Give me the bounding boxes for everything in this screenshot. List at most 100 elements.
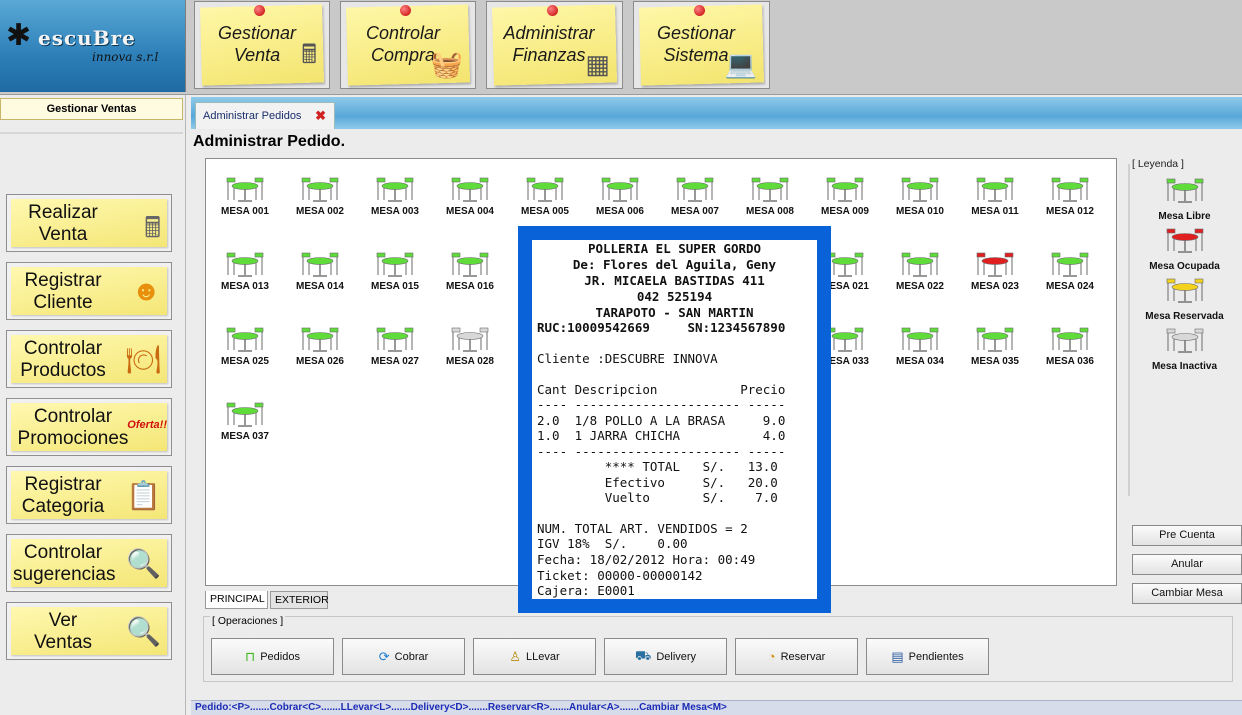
table-icon — [301, 177, 339, 202]
table-icon — [676, 177, 714, 202]
logo-text: escuBre — [38, 26, 136, 50]
ticket-header-line: De: Flores del Aguila, Geny — [572, 257, 777, 272]
ticket-line: ---- ---------------------- ----- — [537, 444, 786, 459]
sidebar-item-controlar-promociones[interactable]: Controlar Promociones Oferta!! — [6, 398, 172, 456]
pre-cuenta-button[interactable]: Pre Cuenta — [1132, 525, 1242, 546]
subtab-principal[interactable]: PRINCIPAL — [205, 591, 268, 609]
table-item[interactable]: MESA 014 — [290, 250, 350, 312]
table-icon — [226, 252, 264, 277]
table-icon — [1166, 228, 1203, 253]
ticket-line: Vuelto S/. 7.0 — [537, 490, 778, 505]
table-item[interactable]: MESA 010 — [890, 175, 950, 237]
table-item[interactable]: MESA 026 — [290, 325, 350, 387]
table-label: MESA 037 — [221, 431, 269, 442]
delivery-button[interactable]: ⛟ Delivery — [604, 638, 727, 675]
top-menu-administrar-finanzas[interactable]: Administrar Finanzas ▦ — [486, 1, 623, 89]
clock-icon: ◔ — [767, 649, 776, 664]
table-label: MESA 035 — [971, 356, 1019, 367]
table-icon — [826, 177, 864, 202]
tab-bar: Administrar Pedidos ✖ — [191, 97, 1242, 129]
table-item[interactable]: MESA 027 — [365, 325, 425, 387]
pin-icon — [400, 5, 411, 16]
table-icon — [1051, 252, 1089, 277]
sidebar-item-ver-ventas[interactable]: Ver Ventas 🔍 — [6, 602, 172, 660]
table-label: MESA 008 — [746, 206, 794, 217]
table-item[interactable]: MESA 025 — [215, 325, 275, 387]
table-item[interactable]: MESA 003 — [365, 175, 425, 237]
table-label: MESA 003 — [371, 206, 419, 217]
table-item[interactable]: MESA 004 — [440, 175, 500, 237]
reservar-button[interactable]: ◔ Reservar — [735, 638, 858, 675]
table-item[interactable]: MESA 016 — [440, 250, 500, 312]
table-icon — [226, 327, 264, 352]
sidebar-item-controlar-productos[interactable]: Controlar Productos 🍽 — [6, 330, 172, 388]
table-icon — [901, 177, 939, 202]
sidebar-item-controlar-sugerencias[interactable]: Controlar sugerencias 🔍 — [6, 534, 172, 592]
table-icon — [451, 177, 489, 202]
ticket-line: IGV 18% S/. 0.00 — [537, 536, 688, 551]
top-menu-controlar-compra[interactable]: Controlar Compra 🧺 — [340, 1, 476, 89]
table-label: MESA 023 — [971, 281, 1019, 292]
top-menu-gestionar-sistema[interactable]: Gestionar Sistema 💻 — [633, 1, 770, 89]
table-icon — [1166, 278, 1203, 303]
table-item[interactable]: MESA 013 — [215, 250, 275, 312]
ticket-receipt: POLLERIA EL SUPER GORDO De: Flores del Ag… — [532, 240, 817, 599]
table-label: MESA 006 — [596, 206, 644, 217]
table-item[interactable]: MESA 002 — [290, 175, 350, 237]
tab-administrar-pedidos[interactable]: Administrar Pedidos ✖ — [195, 102, 335, 129]
pendientes-button[interactable]: ▤ Pendientes — [866, 638, 989, 675]
table-item[interactable]: MESA 037 — [215, 400, 275, 462]
table-label: MESA 013 — [221, 281, 269, 292]
legend-label: Mesa Reservada — [1145, 311, 1224, 322]
cambiar-mesa-button[interactable]: Cambiar Mesa — [1132, 583, 1242, 604]
top-menu-gestionar-venta[interactable]: Gestionar Venta 🖩 — [194, 1, 330, 89]
table-item[interactable]: MESA 034 — [890, 325, 950, 387]
logo-subtitle: innova s.r.l — [92, 50, 159, 64]
table-item[interactable]: MESA 015 — [365, 250, 425, 312]
table-item[interactable]: MESA 011 — [965, 175, 1025, 237]
tab-label: Administrar Pedidos — [203, 110, 302, 122]
table-icon — [301, 252, 339, 277]
table-item[interactable]: MESA 012 — [1040, 175, 1100, 237]
table-icon — [601, 177, 639, 202]
legend-item: Mesa Ocupada — [1128, 226, 1241, 272]
ticket-header-line: 042 525194 — [636, 289, 713, 304]
table-item[interactable]: MESA 001 — [215, 175, 275, 237]
table-item[interactable]: MESA 023 — [965, 250, 1025, 312]
ticket-line: NUM. TOTAL ART. VENDIDOS = 2 — [537, 521, 748, 536]
table-icon — [526, 177, 564, 202]
table-icon — [826, 252, 864, 277]
table-label: MESA 026 — [296, 356, 344, 367]
car-icon: ⛟ — [634, 647, 652, 663]
table-label: MESA 007 — [671, 206, 719, 217]
sidebar-item-label: Registrar Categoria — [21, 474, 105, 517]
table-item[interactable]: MESA 036 — [1040, 325, 1100, 387]
cobrar-button[interactable]: ⟳ Cobrar — [342, 638, 465, 675]
sidebar-item-realizar-venta[interactable]: Realizar Venta 🖩 — [6, 194, 172, 252]
ticket-line: Cant Descripcion Precio — [537, 382, 786, 397]
company-logo: ✱ escuBre innova s.r.l — [0, 0, 186, 92]
sidebar-item-registrar-categoria[interactable]: Registrar Categoria 📋 — [6, 466, 172, 524]
offer-tag-icon: Oferta!! — [127, 419, 167, 431]
cash-register-icon: 🖩 — [301, 39, 317, 69]
llevar-button[interactable]: ♙ LLevar — [473, 638, 596, 675]
table-item[interactable]: MESA 035 — [965, 325, 1025, 387]
table-label: MESA 024 — [1046, 281, 1094, 292]
button-label: LLevar — [526, 650, 560, 663]
table-item[interactable]: MESA 022 — [890, 250, 950, 312]
anular-button[interactable]: Anular — [1132, 554, 1242, 575]
ticket-line: Cliente :DESCUBRE INNOVA — [537, 351, 718, 366]
subtab-exterior[interactable]: EXTERIOR — [270, 591, 329, 609]
button-label: Pendientes — [908, 650, 964, 663]
table-icon — [451, 252, 489, 277]
table-item[interactable]: MESA 024 — [1040, 250, 1100, 312]
table-label: MESA 034 — [896, 356, 944, 367]
close-icon[interactable]: ✖ — [315, 103, 326, 129]
ticket-line: Efectivo S/. 20.0 — [537, 475, 778, 490]
pin-icon — [546, 5, 558, 16]
pin-icon — [693, 5, 705, 16]
pedidos-button[interactable]: ⊓ Pedidos — [211, 638, 334, 675]
sidebar-item-registrar-cliente[interactable]: Registrar Cliente ☻ — [6, 262, 172, 320]
table-label: MESA 002 — [296, 206, 344, 217]
table-item[interactable]: MESA 028 — [440, 325, 500, 387]
